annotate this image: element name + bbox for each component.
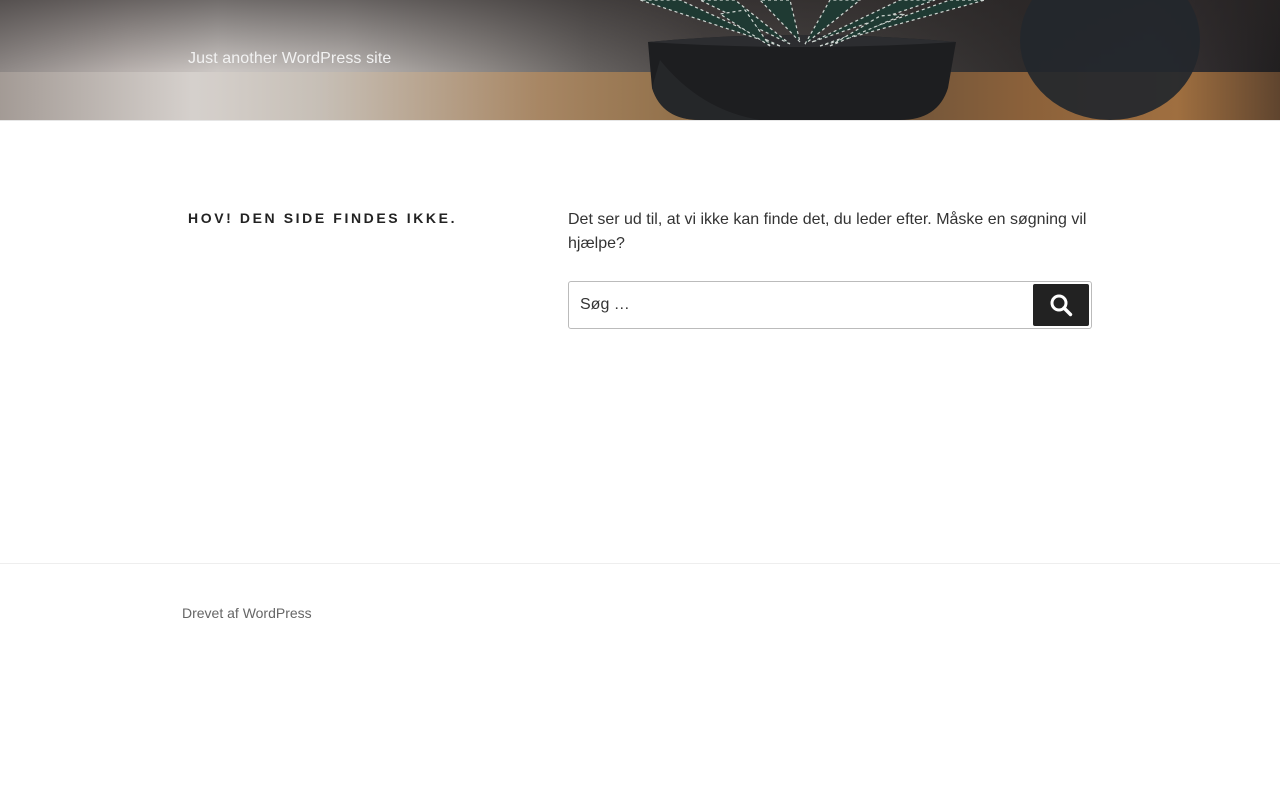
search-icon (1050, 294, 1073, 317)
not-found-message: Det ser ud til, at vi ikke kan finde det… (568, 211, 1087, 252)
site-header: Just another WordPress site (0, 0, 1280, 121)
main-content: Hov! Den side findes ikke. Det ser ud ti… (0, 121, 1280, 563)
page-title: Hov! Den side findes ikke. (188, 210, 458, 226)
site-description: Just another WordPress site (188, 50, 392, 67)
search-button[interactable] (1033, 284, 1089, 326)
search-form (568, 281, 1092, 329)
footer-credit-link[interactable]: Drevet af WordPress (182, 605, 312, 621)
search-input[interactable] (568, 281, 1092, 329)
site-footer: Drevet af WordPress (0, 563, 1280, 801)
